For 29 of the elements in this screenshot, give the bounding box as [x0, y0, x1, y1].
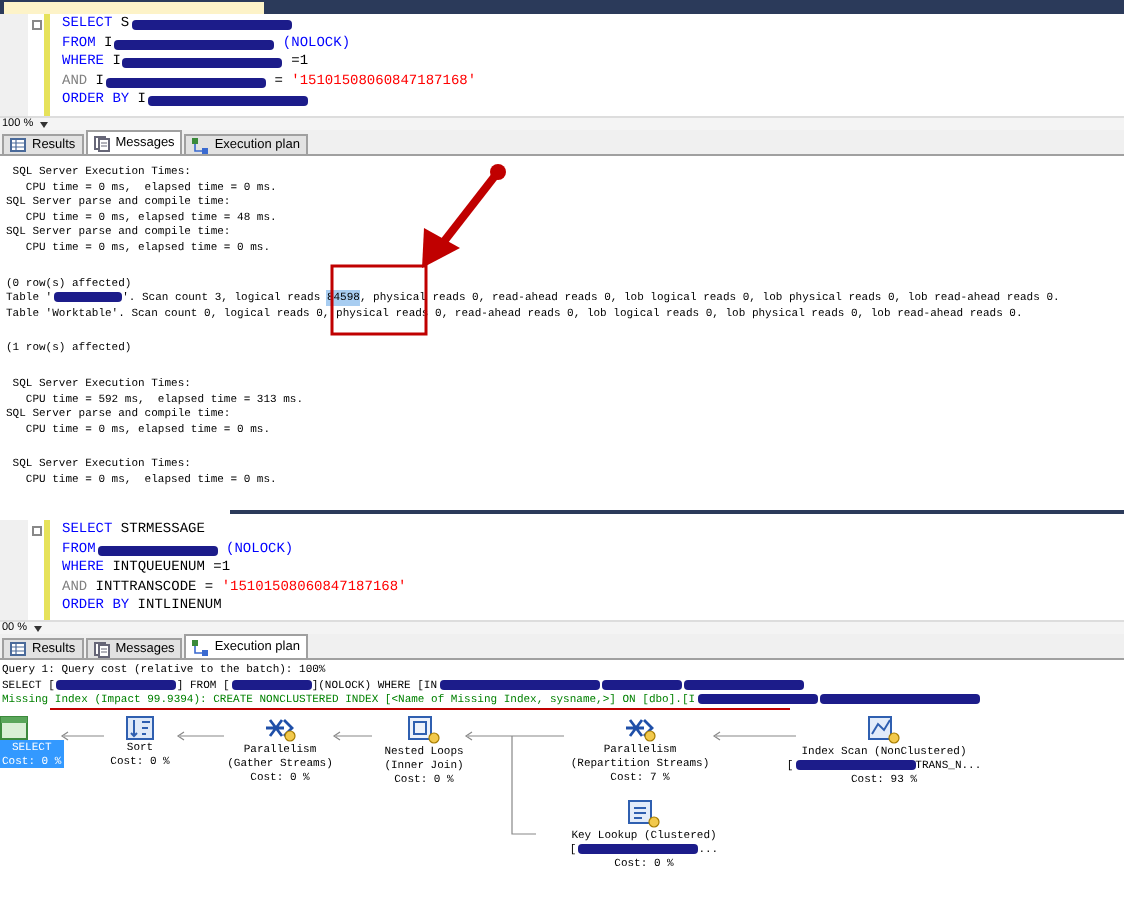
document-icon [93, 135, 110, 151]
collapse-icon[interactable] [31, 20, 41, 30]
loop-icon [408, 716, 440, 744]
connector-arrow [176, 731, 225, 741]
sort-icon [126, 716, 154, 740]
redaction-mark [231, 679, 312, 690]
grid-icon [10, 138, 26, 152]
redaction-mark [795, 760, 916, 770]
change-bar [44, 14, 50, 116]
lookup-icon [628, 800, 660, 828]
change-bar [44, 520, 50, 620]
grid-icon [10, 642, 26, 656]
plan-icon [192, 137, 209, 153]
arrow-annotation [422, 164, 506, 268]
table-icon [0, 716, 28, 740]
redaction-mark [578, 844, 699, 854]
redaction-mark [56, 679, 177, 690]
arrows-icon [624, 716, 656, 742]
redaction-mark [54, 292, 123, 303]
index-icon [868, 716, 900, 744]
arrows-icon [264, 716, 296, 742]
collapse-icon[interactable] [31, 526, 41, 536]
connector-arrow [712, 731, 797, 741]
connector-arrow [332, 731, 373, 741]
plan-icon [192, 639, 209, 655]
redaction-mark [97, 545, 218, 556]
highlight-frame [330, 264, 428, 336]
connector-arrow [60, 731, 105, 741]
document-icon [93, 641, 110, 657]
